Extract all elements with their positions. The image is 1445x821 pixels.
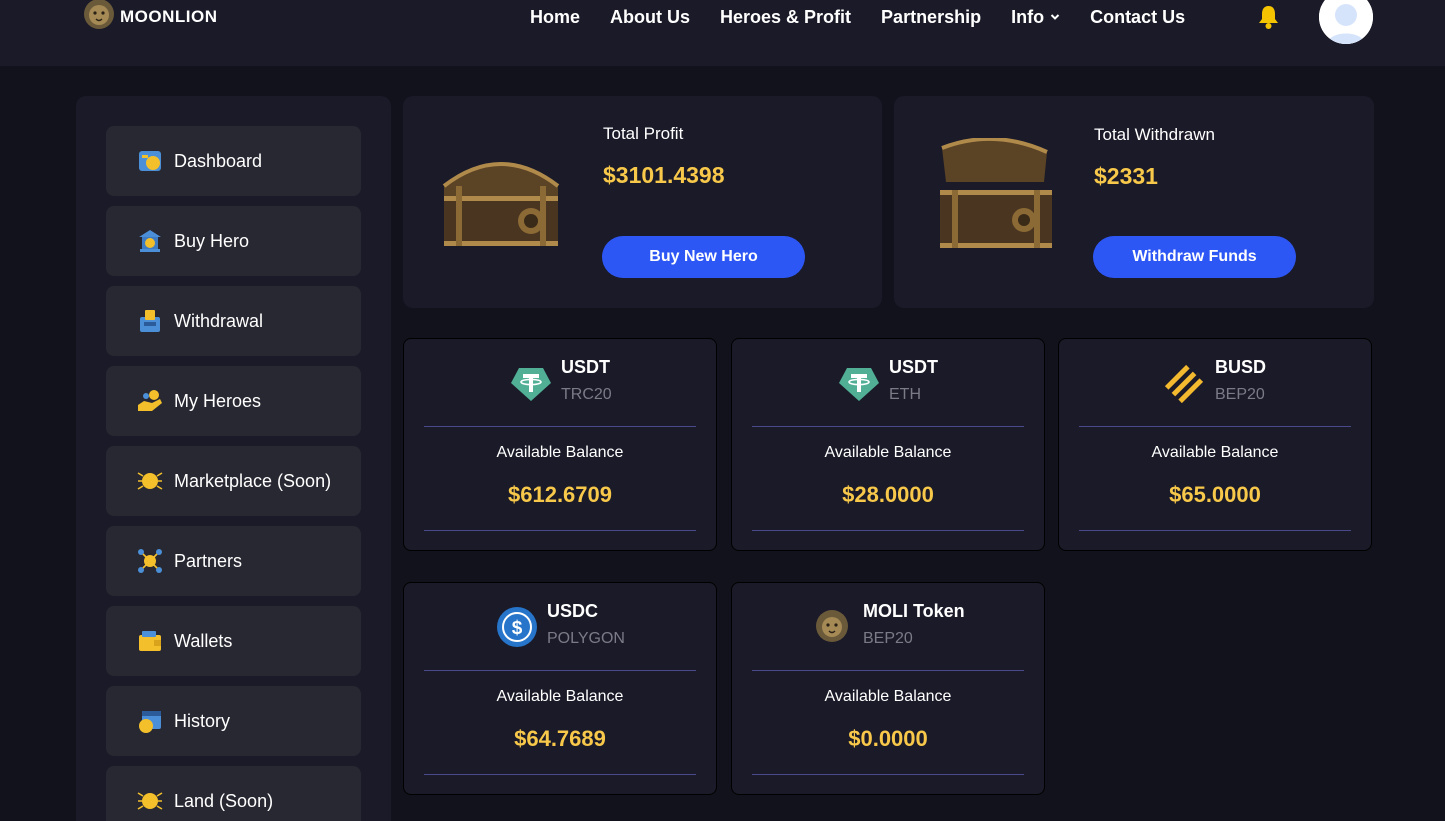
total-profit-label: Total Profit xyxy=(603,124,684,143)
main-nav: Home About Us Heroes & Profit Partnershi… xyxy=(530,6,1185,28)
sidebar-item-dashboard[interactable]: Dashboard xyxy=(106,126,361,196)
dashboard-icon xyxy=(139,151,161,171)
sidebar-item-label: Land (Soon) xyxy=(174,790,274,811)
nav-info-label: Info xyxy=(1011,6,1045,27)
coin-network: BEP20 xyxy=(1215,386,1265,403)
bank-icon xyxy=(139,230,161,252)
divider xyxy=(424,670,696,671)
coin-name: USDC xyxy=(547,601,599,621)
nav-home[interactable]: Home xyxy=(530,7,580,28)
brand-name: MOONLION xyxy=(120,6,218,26)
sidebar-item-partners[interactable]: Partners xyxy=(106,526,361,596)
coin-network: ETH xyxy=(889,386,921,403)
binance-icon xyxy=(1164,364,1204,404)
wallet-icon xyxy=(139,631,161,651)
tether-icon xyxy=(511,368,551,401)
usdc-icon: $ xyxy=(497,607,537,647)
network-icon xyxy=(138,549,162,573)
total-profit-card: Total Profit $3101.4398 Buy New Hero xyxy=(403,96,882,308)
available-balance-value: $65.0000 xyxy=(1169,482,1261,507)
sidebar-item-wallets[interactable]: Wallets xyxy=(106,606,361,676)
user-avatar-icon[interactable] xyxy=(1319,0,1373,44)
divider xyxy=(752,530,1024,531)
sidebar-item-buy-hero[interactable]: Buy Hero xyxy=(106,206,361,276)
balance-card-usdt-trc20: USDT TRC20 Available Balance $612.6709 xyxy=(403,338,717,551)
sidebar-item-label: Withdrawal xyxy=(174,310,264,331)
top-navbar: MOONLION Home About Us Heroes & Profit P… xyxy=(0,0,1445,66)
available-balance-label: Available Balance xyxy=(1151,444,1279,461)
coin-network: TRC20 xyxy=(561,386,612,403)
nav-info-dropdown[interactable]: Info xyxy=(1011,7,1060,28)
sidebar-item-label: Marketplace (Soon) xyxy=(174,470,332,491)
balance-card-usdc-polygon: $ USDC POLYGON Available Balance $64.768… xyxy=(403,582,717,795)
nav-about[interactable]: About Us xyxy=(610,7,690,28)
hand-coins-icon xyxy=(138,390,162,411)
total-withdrawn-label: Total Withdrawn xyxy=(1094,125,1215,144)
sidebar-item-label: Dashboard xyxy=(174,150,263,171)
divider xyxy=(424,774,696,775)
closed-chest-icon xyxy=(442,162,560,246)
sidebar-item-marketplace[interactable]: Marketplace (Soon) xyxy=(106,446,361,516)
nav-contact[interactable]: Contact Us xyxy=(1090,7,1185,28)
calendar-coin-icon xyxy=(139,711,161,733)
balance-card-usdt-eth: USDT ETH Available Balance $28.0000 xyxy=(731,338,1045,551)
coin-name: MOLI Token xyxy=(863,601,965,621)
sidebar-item-label: My Heroes xyxy=(174,390,262,411)
nav-partnership[interactable]: Partnership xyxy=(881,7,981,28)
sidebar-item-withdrawal[interactable]: Withdrawal xyxy=(106,286,361,356)
bell-icon[interactable] xyxy=(1256,4,1281,30)
svg-text:$: $ xyxy=(512,618,523,639)
coin-network: POLYGON xyxy=(547,630,625,647)
coin-name: USDT xyxy=(889,357,938,377)
coin-name: USDT xyxy=(561,357,610,377)
sidebar-item-label: Wallets xyxy=(174,630,233,651)
coin-circuit-icon xyxy=(137,472,163,490)
avatar-silhouette-icon xyxy=(1319,0,1373,44)
divider xyxy=(752,426,1024,427)
divider xyxy=(1079,426,1351,427)
available-balance-label: Available Balance xyxy=(496,444,624,461)
divider xyxy=(1079,530,1351,531)
brand-logo[interactable]: MOONLION xyxy=(80,0,218,36)
atm-icon xyxy=(140,310,160,332)
total-withdrawn-value: $2331 xyxy=(1094,163,1158,189)
withdraw-funds-button[interactable]: Withdraw Funds xyxy=(1093,236,1296,278)
coin-name: BUSD xyxy=(1215,357,1267,377)
balance-card-busd-bep20: BUSD BEP20 Available Balance $65.0000 xyxy=(1058,338,1372,551)
sidebar-item-my-heroes[interactable]: My Heroes xyxy=(106,366,361,436)
available-balance-value: $612.6709 xyxy=(508,482,612,507)
tether-icon xyxy=(839,368,879,401)
divider xyxy=(424,426,696,427)
balance-card-moli-token: MOLI Token BEP20 Available Balance $0.00… xyxy=(731,582,1045,795)
chevron-down-icon xyxy=(1050,14,1060,20)
sidebar-item-history[interactable]: History xyxy=(106,686,361,756)
divider xyxy=(752,774,1024,775)
sidebar: Dashboard Buy Hero Withdrawal My Heroes xyxy=(76,96,391,821)
available-balance-value: $64.7689 xyxy=(514,726,606,751)
coin-circuit-icon xyxy=(137,792,163,810)
total-profit-value: $3101.4398 xyxy=(603,162,725,188)
total-withdrawn-card: Total Withdrawn $2331 Withdraw Funds xyxy=(894,96,1374,308)
sidebar-item-label: History xyxy=(174,710,231,731)
available-balance-label: Available Balance xyxy=(824,444,952,461)
nav-heroes-profit[interactable]: Heroes & Profit xyxy=(720,7,851,28)
sidebar-item-label: Buy Hero xyxy=(174,230,250,251)
available-balance-label: Available Balance xyxy=(824,688,952,705)
available-balance-value: $0.0000 xyxy=(848,726,928,751)
moli-lion-icon xyxy=(816,610,848,642)
available-balance-label: Available Balance xyxy=(496,688,624,705)
sidebar-item-label: Partners xyxy=(174,550,243,571)
sidebar-item-land[interactable]: Land (Soon) xyxy=(106,766,361,821)
divider xyxy=(424,530,696,531)
divider xyxy=(752,670,1024,671)
available-balance-value: $28.0000 xyxy=(842,482,934,507)
coin-network: BEP20 xyxy=(863,630,913,647)
open-chest-icon xyxy=(940,138,1052,248)
lion-logo-icon xyxy=(84,0,114,29)
buy-new-hero-button[interactable]: Buy New Hero xyxy=(602,236,805,278)
